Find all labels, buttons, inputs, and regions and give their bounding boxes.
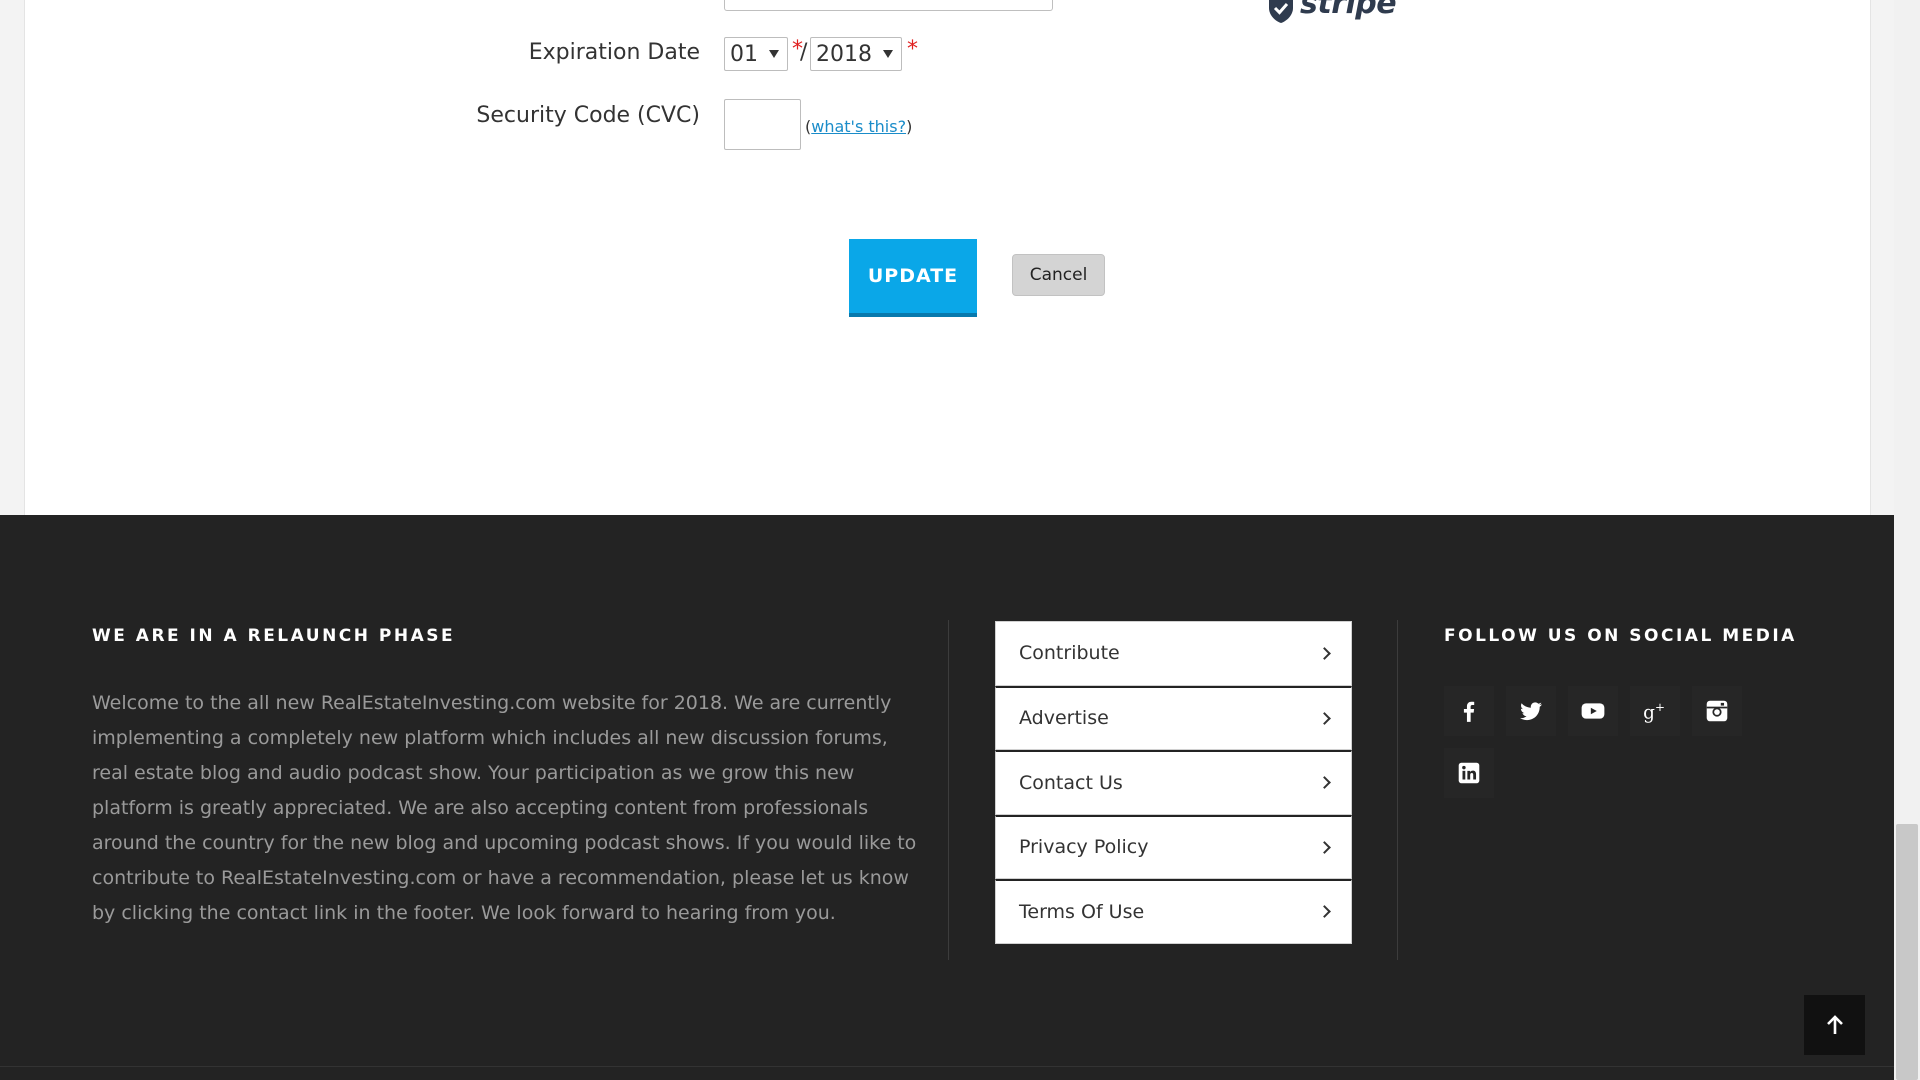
instagram-icon: [1706, 700, 1728, 722]
footer-menu-contact-us[interactable]: Contact Us: [995, 750, 1352, 815]
google-plus-icon: g +: [1643, 700, 1665, 724]
footer-about-heading: WE ARE IN A RELAUNCH PHASE: [92, 626, 456, 646]
stripe-logo-text: stripe: [1300, 0, 1397, 21]
youtube-icon: [1581, 703, 1605, 719]
social-links: g +: [1444, 686, 1744, 798]
required-marker: *: [907, 37, 918, 62]
social-instagram-button[interactable]: [1692, 686, 1742, 736]
caret-down-icon: [883, 50, 893, 58]
footer-divider: [1397, 620, 1398, 960]
footer-social-heading: FOLLOW US ON SOCIAL MEDIA: [1444, 626, 1797, 646]
social-youtube-button[interactable]: [1568, 686, 1618, 736]
update-button[interactable]: UPDATE: [849, 239, 977, 317]
expiration-year-value: 2018: [816, 41, 872, 67]
arrow-up-icon: [1826, 1015, 1843, 1034]
footer-menu-label: Contact Us: [1019, 771, 1123, 794]
svg-text:+: +: [1655, 700, 1665, 714]
card-number-input[interactable]: [724, 0, 1053, 11]
back-to-top-button[interactable]: [1804, 995, 1865, 1055]
footer-menu-label: Contribute: [1019, 642, 1120, 665]
footer-menu-label: Advertise: [1019, 707, 1109, 730]
footer-menu-label: Terms Of Use: [1019, 900, 1145, 923]
footer-menu-advertise[interactable]: Advertise: [995, 685, 1352, 750]
chevron-right-icon: [1318, 905, 1331, 919]
footer-menu-privacy-policy[interactable]: Privacy Policy: [995, 814, 1352, 879]
whats-this-link[interactable]: what's this?: [811, 117, 906, 136]
facebook-icon: [1463, 701, 1475, 722]
chevron-right-icon: [1318, 776, 1331, 790]
expiration-month-value: 01: [730, 41, 758, 67]
expiration-date-label: Expiration Date: [528, 40, 700, 65]
scrollbar-thumb[interactable]: [1896, 824, 1918, 1080]
paren-close: ): [906, 117, 913, 136]
social-linkedin-button[interactable]: [1444, 748, 1494, 798]
stripe-badge: stripe: [1266, 0, 1397, 24]
twitter-icon: [1520, 702, 1542, 721]
chevron-right-icon: [1318, 840, 1331, 854]
social-google-plus-button[interactable]: g +: [1630, 686, 1680, 736]
footer-menu-terms-of-use[interactable]: Terms Of Use: [995, 879, 1352, 944]
cvc-help: (what's this?): [805, 117, 912, 136]
security-code-input[interactable]: [724, 99, 801, 150]
chevron-right-icon: [1318, 711, 1331, 725]
svg-text:g: g: [1643, 703, 1655, 724]
social-twitter-button[interactable]: [1506, 686, 1556, 736]
security-code-label: Security Code (CVC): [476, 103, 700, 128]
chevron-right-icon: [1318, 646, 1331, 660]
caret-down-icon: [769, 50, 779, 58]
footer-divider: [948, 620, 949, 960]
shield-check-icon: [1269, 0, 1293, 23]
linkedin-icon: [1458, 762, 1480, 784]
expiration-year-select[interactable]: 2018: [810, 37, 902, 71]
footer-bottom-border: [0, 1066, 1894, 1067]
date-separator: /: [800, 40, 808, 65]
social-facebook-button[interactable]: [1444, 686, 1494, 736]
expiration-month-select[interactable]: 01: [724, 37, 788, 71]
cancel-button[interactable]: Cancel: [1012, 254, 1105, 296]
footer-about-text: Welcome to the all new RealEstateInvesti…: [92, 692, 917, 924]
footer-menu-contribute[interactable]: Contribute: [995, 621, 1352, 686]
footer-menu-label: Privacy Policy: [1019, 836, 1149, 859]
page-gutter-left: [0, 0, 25, 515]
footer-menu: Contribute Advertise Contact Us Privacy …: [995, 621, 1352, 944]
